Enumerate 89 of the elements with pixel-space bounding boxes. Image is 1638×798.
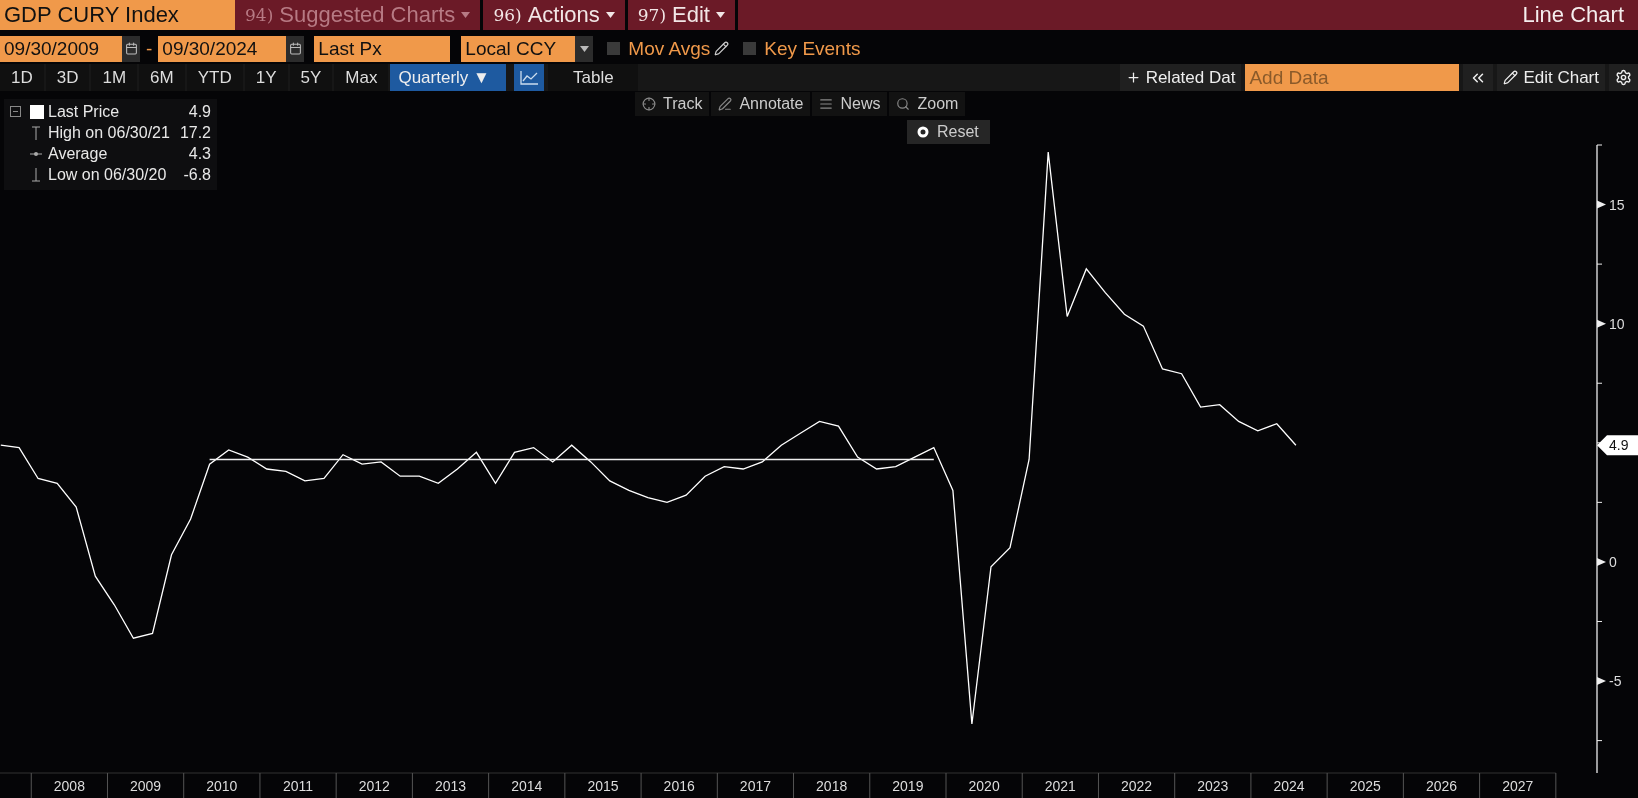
edit-chart-button[interactable]: Edit Chart [1497, 64, 1605, 91]
chart-tool-button[interactable]: Annotate [711, 92, 811, 116]
reset-button[interactable]: Reset [907, 120, 990, 144]
legend-value: -6.8 [182, 166, 211, 184]
calendar-icon[interactable] [286, 35, 305, 63]
x-tick-label: 2014 [511, 778, 543, 794]
currency-dropdown[interactable]: Local CCY [461, 35, 576, 63]
x-tick-label: 2018 [816, 778, 848, 794]
legend-label: Last Price [48, 103, 121, 121]
period-tab[interactable]: 1Y [244, 64, 288, 91]
series-swatch [30, 105, 44, 119]
end-date-field[interactable]: 09/30/2024 [158, 35, 287, 63]
checkbox-label[interactable]: Mov Avgs [628, 35, 711, 63]
collapse-button[interactable] [1463, 64, 1494, 91]
high-marker-icon [30, 125, 42, 141]
field-input[interactable]: Last Px [314, 35, 451, 63]
calendar-icon[interactable] [122, 35, 140, 63]
period-tab[interactable]: 1M [91, 64, 138, 91]
last-price-value: 4.9 [1609, 437, 1629, 454]
chart-tool-button[interactable]: Track [635, 92, 710, 116]
start-date-field[interactable]: 09/30/2009 [0, 35, 122, 63]
legend-label: Average [48, 145, 109, 163]
dropdown-caret-icon[interactable] [575, 35, 594, 63]
caret-icon [605, 11, 615, 18]
x-tick-label: 2009 [130, 778, 162, 794]
checkbox[interactable] [607, 42, 621, 56]
y-tick-label: 15 [1609, 196, 1625, 213]
chart-tool-button[interactable]: News [812, 92, 888, 116]
search-icon [896, 97, 911, 111]
caret-icon [461, 11, 471, 18]
period-tab[interactable]: YTD [186, 64, 243, 91]
add-data-field[interactable]: Add Data [1245, 64, 1460, 91]
y-tick-label: 10 [1609, 315, 1625, 332]
x-tick-label: 2020 [968, 778, 1000, 794]
low-marker-icon [30, 167, 42, 183]
period-tab[interactable]: 5Y [289, 64, 333, 91]
x-tick-label: 2024 [1273, 778, 1305, 794]
checkbox-label[interactable]: Key Events [764, 35, 861, 63]
x-tick-label: 2019 [892, 778, 924, 794]
x-tick-label: 2027 [1502, 778, 1534, 794]
radio-dot-icon [917, 126, 929, 138]
pen-icon [718, 97, 733, 111]
x-tick-label: 2008 [53, 778, 85, 794]
periodicity-dropdown[interactable]: Quarterly ▼ [390, 64, 507, 91]
plus-icon [1125, 70, 1141, 86]
x-tick-label: 2022 [1121, 778, 1153, 794]
settings-icon [1615, 69, 1632, 87]
chart-tool-button[interactable]: Zoom [889, 92, 966, 116]
x-tick-label: 2013 [434, 778, 467, 794]
x-tick-label: 2011 [283, 778, 314, 794]
line-chart-icon [520, 70, 539, 85]
x-tick-label: 2016 [663, 778, 695, 794]
y-tick-label: 0 [1609, 553, 1617, 570]
legend-label: Low on 06/30/20 [48, 166, 168, 184]
settings-button[interactable] [1609, 64, 1638, 91]
legend-value: 4.3 [187, 145, 211, 163]
collapse-icon[interactable] [10, 106, 21, 118]
menu-button[interactable]: 96) Actions [487, 0, 628, 30]
x-tick-label: 2015 [587, 778, 619, 794]
x-tick-label: 2026 [1425, 778, 1458, 794]
x-tick-label: 2025 [1349, 778, 1381, 794]
caret-icon [716, 11, 725, 18]
x-tick-label: 2023 [1197, 778, 1229, 794]
chart-view-tab[interactable] [514, 64, 545, 91]
period-tab[interactable]: Max [334, 64, 389, 91]
caret-icon [579, 45, 589, 52]
security-field[interactable]: GDP CURY Index [0, 0, 235, 30]
pencil-icon[interactable] [714, 41, 730, 57]
y-tick-label: -5 [1609, 673, 1622, 689]
x-tick-label: 2021 [1044, 778, 1076, 794]
last-price-tag [1597, 435, 1638, 456]
x-tick-label: 2012 [358, 778, 390, 794]
crosshair-icon [642, 97, 656, 111]
table-view-tab[interactable]: Table [548, 64, 639, 91]
legend-value: 4.9 [187, 103, 211, 121]
x-tick-label: 2010 [206, 778, 238, 794]
legend-value: 17.2 [179, 124, 211, 142]
window-title: Line Chart [1522, 1, 1625, 28]
period-tab[interactable]: 3D [45, 64, 90, 91]
list-icon [819, 97, 834, 111]
period-tab[interactable]: 6M [139, 64, 185, 91]
x-tick-label: 2017 [739, 778, 771, 794]
legend-label: High on 06/30/21 [48, 124, 170, 142]
checkbox[interactable] [743, 42, 757, 56]
date-separator: - [145, 36, 154, 61]
period-tab[interactable]: 1D [0, 64, 44, 91]
menu-button[interactable]: 97) Edit [631, 0, 738, 30]
related-data-button[interactable]: Related Dat [1119, 64, 1242, 91]
pencil-icon [1503, 70, 1519, 86]
